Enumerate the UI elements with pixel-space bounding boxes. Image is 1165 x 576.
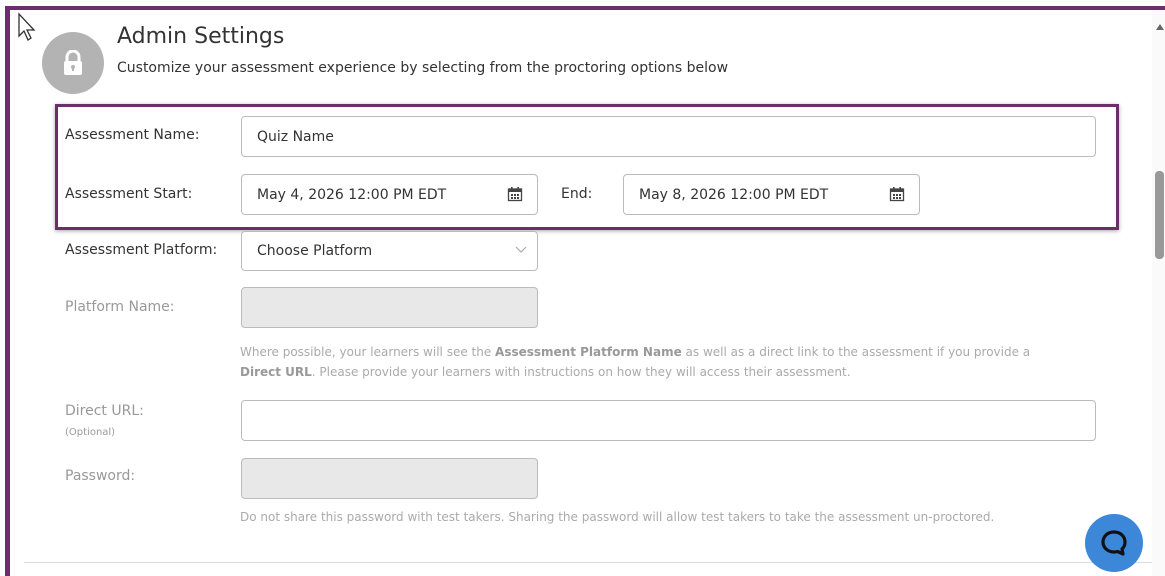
assessment-platform-value: Choose Platform [257, 243, 373, 259]
assessment-name-value: Quiz Name [257, 128, 334, 145]
mouse-cursor-icon [18, 12, 36, 41]
assessment-start-label: Assessment Start: [65, 186, 193, 202]
assessment-end-input[interactable]: May 8, 2026 12:00 PM EDT [623, 174, 920, 215]
helper-bold-platform-name: Assessment Platform Name [495, 345, 682, 359]
highlight-frame-left [5, 6, 10, 576]
highlight-frame-top [6, 6, 1165, 10]
assessment-start-value: May 4, 2026 12:00 PM EDT [257, 186, 447, 203]
direct-url-label: Direct URL: [65, 403, 144, 419]
helper-bold-direct-url: Direct URL [240, 365, 312, 379]
assessment-platform-select[interactable]: Choose Platform [241, 231, 538, 271]
helper-text-part1: Where possible, your learners will see t… [240, 345, 496, 359]
calendar-icon[interactable] [889, 186, 905, 202]
calendar-icon[interactable] [507, 186, 523, 202]
platform-helper-text: Where possible, your learners will see t… [240, 342, 1120, 382]
assessment-name-label: Assessment Name: [65, 127, 200, 143]
lock-avatar [42, 32, 104, 94]
password-input[interactable] [241, 458, 538, 499]
direct-url-optional-label: (Optional) [65, 427, 116, 438]
helper-text-part2: as well as a direct link to the assessme… [681, 345, 1031, 359]
chevron-down-icon [515, 246, 527, 253]
password-label: Password: [65, 468, 136, 484]
scroll-up-arrow-icon[interactable] [1156, 24, 1164, 30]
page-subtitle: Customize your assessment experience by … [117, 60, 729, 76]
lock-icon [64, 50, 82, 75]
assessment-end-value: May 8, 2026 12:00 PM EDT [639, 186, 829, 203]
assessment-name-input[interactable]: Quiz Name [241, 116, 1096, 157]
scrollbar-thumb[interactable] [1155, 171, 1164, 259]
platform-name-label: Platform Name: [65, 299, 175, 315]
assessment-end-label: End: [561, 186, 593, 202]
direct-url-input[interactable] [241, 400, 1096, 441]
scrollbar-track[interactable] [1152, 10, 1165, 576]
section-divider [24, 562, 1152, 563]
assessment-platform-label: Assessment Platform: [65, 242, 218, 258]
page-title: Admin Settings [117, 24, 285, 49]
chat-icon [1101, 530, 1127, 556]
assessment-start-input[interactable]: May 4, 2026 12:00 PM EDT [241, 174, 538, 215]
platform-name-input[interactable] [241, 287, 538, 328]
password-helper-text: Do not share this password with test tak… [240, 510, 995, 524]
chat-button[interactable] [1085, 514, 1143, 572]
helper-text-part3: . Please provide your learners with inst… [311, 365, 851, 379]
